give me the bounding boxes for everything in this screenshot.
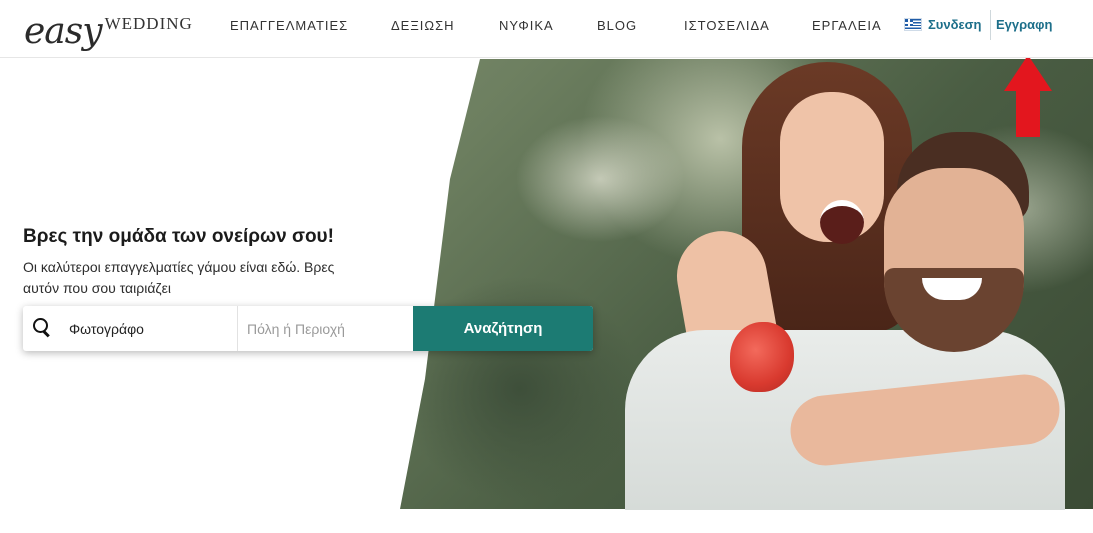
arrow-head: [1004, 55, 1052, 91]
red-flower-shape: [730, 322, 794, 392]
header-divider: [990, 10, 991, 40]
nav-item-website[interactable]: ΙΣΤΟΣΕΛΙΔΑ: [684, 18, 770, 33]
flag-canton: [905, 19, 913, 26]
hero-title: Βρες την ομάδα των ονείρων σου!: [23, 226, 334, 247]
red-arrow-up-icon: [1004, 55, 1052, 137]
arrow-shaft: [1016, 89, 1040, 137]
site-logo[interactable]: easy WEDDING: [24, 4, 193, 52]
search-icon: [33, 318, 51, 336]
logo-script-text: easy: [24, 11, 103, 52]
nav-item-bridal-gowns[interactable]: ΝΥΦΙΚΑ: [499, 18, 554, 33]
search-button[interactable]: Αναζήτηση: [413, 306, 593, 351]
nav-item-professionals[interactable]: ΕΠΑΓΓΕΛΜΑΤΙΕΣ: [230, 18, 348, 33]
site-header: easy WEDDING ΕΠΑΓΓΕΛΜΑΤΙΕΣ ΔΕΞΙΩΣΗ ΝΥΦΙΚ…: [0, 0, 1093, 58]
woman-mouth-shape: [820, 200, 864, 244]
login-link[interactable]: Συνδεση: [928, 17, 982, 32]
nav-item-tools[interactable]: ΕΡΓΑΛΕΙΑ: [812, 18, 882, 33]
vendor-type-input[interactable]: [23, 306, 238, 351]
register-link[interactable]: Εγγραφη: [996, 17, 1052, 32]
logo-word-text: WEDDING: [104, 14, 193, 33]
nav-item-reception[interactable]: ΔΕΞΙΩΣΗ: [391, 18, 455, 33]
greek-flag-icon[interactable]: [904, 18, 922, 31]
hero-subtitle: Οι καλύτεροι επαγγελματίες γάμου είναι ε…: [23, 259, 335, 296]
vendor-search-form: Αναζήτηση: [23, 306, 593, 351]
nav-item-blog[interactable]: BLOG: [597, 18, 637, 33]
location-input[interactable]: [238, 306, 413, 351]
